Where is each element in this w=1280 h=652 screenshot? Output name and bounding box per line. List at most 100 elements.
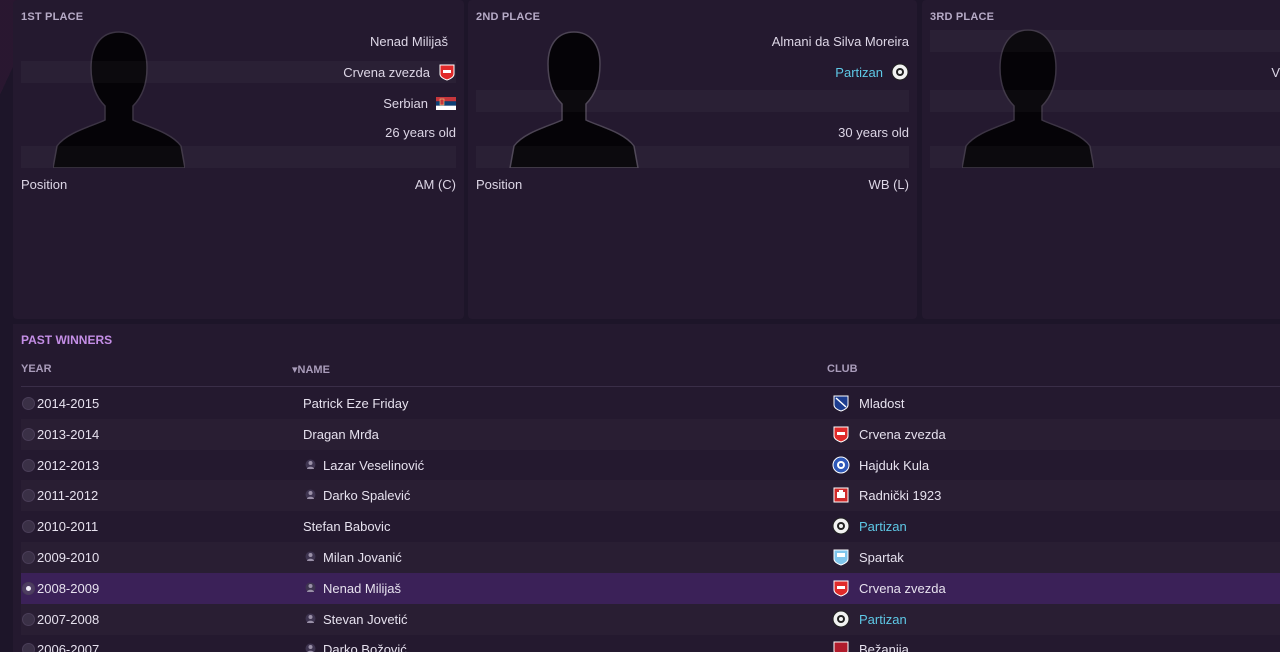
year-cell: 2014-2015 <box>37 396 100 411</box>
card-title: 3RD PLACE <box>930 11 995 23</box>
position-label: Position <box>476 176 523 192</box>
table-row[interactable]: 2006-2007 Darko Božović Bežanija <box>21 634 1280 652</box>
table-row[interactable]: 2009-2010 Milan Jovanić Spartak <box>21 542 1280 573</box>
club-badge-icon[interactable] <box>832 425 850 443</box>
club-badge-icon[interactable] <box>832 517 850 535</box>
player-name[interactable]: V <box>1271 65 1280 80</box>
year-cell: 2007-2008 <box>37 611 100 627</box>
player-name[interactable]: Almani da Silva Moreira <box>772 34 909 49</box>
row-select-radio[interactable] <box>22 643 35 652</box>
retired-player-icon <box>305 551 316 562</box>
club-badge-icon[interactable] <box>832 579 850 597</box>
empty-row <box>21 146 456 168</box>
year-column-header[interactable]: YEAR <box>21 363 52 375</box>
third-place-card: 3RD PLACE V <box>922 0 1280 319</box>
club-cell[interactable]: Crvena zvezda <box>859 581 946 596</box>
table-row[interactable]: 2013-2014 Dragan Mrđa Crvena zvezda <box>21 419 1280 450</box>
year-cell: 2008-2009 <box>37 580 100 596</box>
player-name-row: V <box>1271 61 1280 83</box>
row-select-radio[interactable] <box>22 489 35 503</box>
club-badge-icon[interactable] <box>832 548 850 566</box>
club-row: Crvena zvezda <box>21 61 456 83</box>
table-row[interactable]: 2012-2013 Lazar Veselinović Hajduk Kula <box>21 450 1280 481</box>
row-select-radio[interactable] <box>22 397 35 410</box>
row-select-radio[interactable] <box>22 551 35 564</box>
position-value: WB (L) <box>868 176 909 192</box>
table-row[interactable]: 2008-2009 Nenad Milijaš Crvena zvezda <box>21 572 1280 604</box>
player-name-cell[interactable]: Stefan Babovic <box>303 519 390 534</box>
club-badge-icon[interactable] <box>832 640 850 652</box>
age-row: 26 years old <box>21 121 456 143</box>
club-name[interactable]: Crvena zvezda <box>343 65 430 80</box>
player-name[interactable]: Nenad Milijaš <box>370 34 448 49</box>
position-row: Position WB (L) <box>476 174 909 194</box>
retired-player-icon <box>305 459 316 470</box>
player-name-row: Nenad Milijaš <box>370 30 456 52</box>
name-column-label: NAME <box>297 364 330 376</box>
retired-player-icon <box>305 643 316 652</box>
player-name-cell[interactable]: Stevan Jovetić <box>323 612 408 627</box>
empty-row <box>930 90 1280 112</box>
nationality-row: Serbian <box>383 92 456 114</box>
year-cell: 2006-2007 <box>37 642 100 652</box>
player-name-cell[interactable]: Nenad Milijaš <box>323 581 401 596</box>
position-value: AM (C) <box>414 176 456 192</box>
year-cell: 2009-2010 <box>37 550 100 565</box>
club-row: Partizan <box>476 61 909 83</box>
past-winners-panel: PAST WINNERS YEAR ▾NAME CLUB 2014-2015 Pa… <box>13 324 1280 652</box>
empty-row <box>930 146 1280 168</box>
club-cell[interactable]: Partizan <box>859 612 907 627</box>
table-row[interactable]: 2014-2015 Patrick Eze Friday Mladost <box>21 388 1280 419</box>
row-select-radio[interactable] <box>22 612 35 626</box>
row-select-radio[interactable] <box>22 427 35 441</box>
table-row[interactable]: 2010-2011 Stefan Babovic Partizan <box>21 511 1280 542</box>
retired-player-icon <box>305 489 316 500</box>
year-cell: 2010-2011 <box>37 519 99 535</box>
partizan-badge-icon[interactable] <box>891 63 909 81</box>
player-name-cell[interactable]: Darko Božović <box>323 642 407 652</box>
empty-row <box>476 90 909 112</box>
club-badge-icon[interactable] <box>832 394 850 412</box>
club-column-header[interactable]: CLUB <box>827 363 858 375</box>
club-cell[interactable]: Bežanija <box>859 642 909 652</box>
age: 30 years old <box>838 124 909 140</box>
card-title: 1ST PLACE <box>21 11 84 23</box>
player-name-cell[interactable]: Dragan Mrđa <box>303 427 379 442</box>
player-name-row: Almani da Silva Moreira <box>772 30 909 52</box>
section-title: PAST WINNERS <box>21 333 113 347</box>
club-name[interactable]: Partizan <box>835 65 883 80</box>
position-label: Position <box>21 176 68 192</box>
header-divider <box>21 386 1280 387</box>
club-cell[interactable]: Mladost <box>859 396 905 411</box>
club-cell[interactable]: Spartak <box>859 550 904 565</box>
crvena-zvezda-badge-icon[interactable] <box>438 63 456 81</box>
empty-row <box>476 146 909 168</box>
position-row: Position AM (C) <box>21 174 456 194</box>
club-cell[interactable]: Crvena zvezda <box>859 427 946 442</box>
age: 26 years old <box>385 124 456 140</box>
player-name-cell[interactable]: Patrick Eze Friday <box>303 396 408 411</box>
row-select-radio[interactable] <box>22 458 35 472</box>
player-name-cell[interactable]: Lazar Veselinović <box>323 458 424 473</box>
empty-row <box>930 30 1280 52</box>
row-select-radio[interactable] <box>22 520 35 534</box>
club-badge-icon[interactable] <box>832 456 850 474</box>
club-badge-icon[interactable] <box>832 486 850 504</box>
club-cell[interactable]: Radnički 1923 <box>859 488 941 503</box>
name-column-header[interactable]: ▾NAME <box>292 363 330 376</box>
first-place-card: 1ST PLACE Nenad Milijaš Crvena zvezda Se… <box>13 0 464 319</box>
player-name-cell[interactable]: Milan Jovanić <box>323 550 402 565</box>
table-row[interactable]: 2011-2012 Darko Spalević Radnički 1923 <box>21 480 1280 511</box>
row-select-radio[interactable] <box>22 581 35 595</box>
club-cell[interactable]: Hajduk Kula <box>859 458 929 473</box>
player-name-cell[interactable]: Darko Spalević <box>323 488 410 503</box>
year-cell: 2012-2013 <box>37 457 100 473</box>
club-badge-icon[interactable] <box>832 610 850 628</box>
card-title: 2ND PLACE <box>476 11 541 23</box>
table-row[interactable]: 2007-2008 Stevan Jovetić Partizan <box>21 604 1280 635</box>
nationality: Serbian <box>383 95 428 111</box>
year-cell: 2013-2014 <box>37 426 100 442</box>
age-row: 30 years old <box>838 121 909 143</box>
club-cell[interactable]: Partizan <box>859 519 907 534</box>
retired-player-icon <box>305 582 316 593</box>
